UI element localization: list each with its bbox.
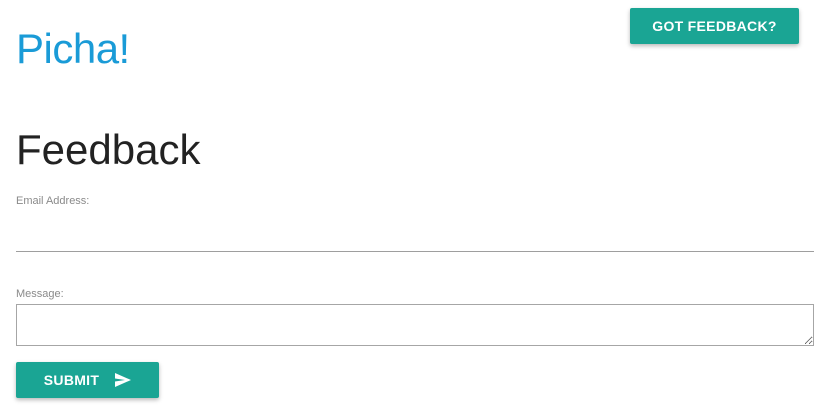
email-field[interactable] bbox=[16, 214, 814, 252]
message-label: Message: bbox=[16, 288, 64, 300]
send-icon bbox=[115, 373, 132, 387]
submit-button[interactable]: SUBMIT bbox=[16, 362, 159, 398]
submit-button-label: SUBMIT bbox=[43, 372, 100, 388]
got-feedback-button-label: GOT FEEDBACK? bbox=[652, 18, 777, 34]
page-title: Feedback bbox=[16, 126, 201, 173]
message-field[interactable] bbox=[16, 304, 814, 346]
got-feedback-button[interactable]: GOT FEEDBACK? bbox=[630, 8, 799, 44]
brand-logo-link[interactable]: Picha! bbox=[16, 25, 130, 73]
email-label: Email Address: bbox=[16, 195, 90, 207]
